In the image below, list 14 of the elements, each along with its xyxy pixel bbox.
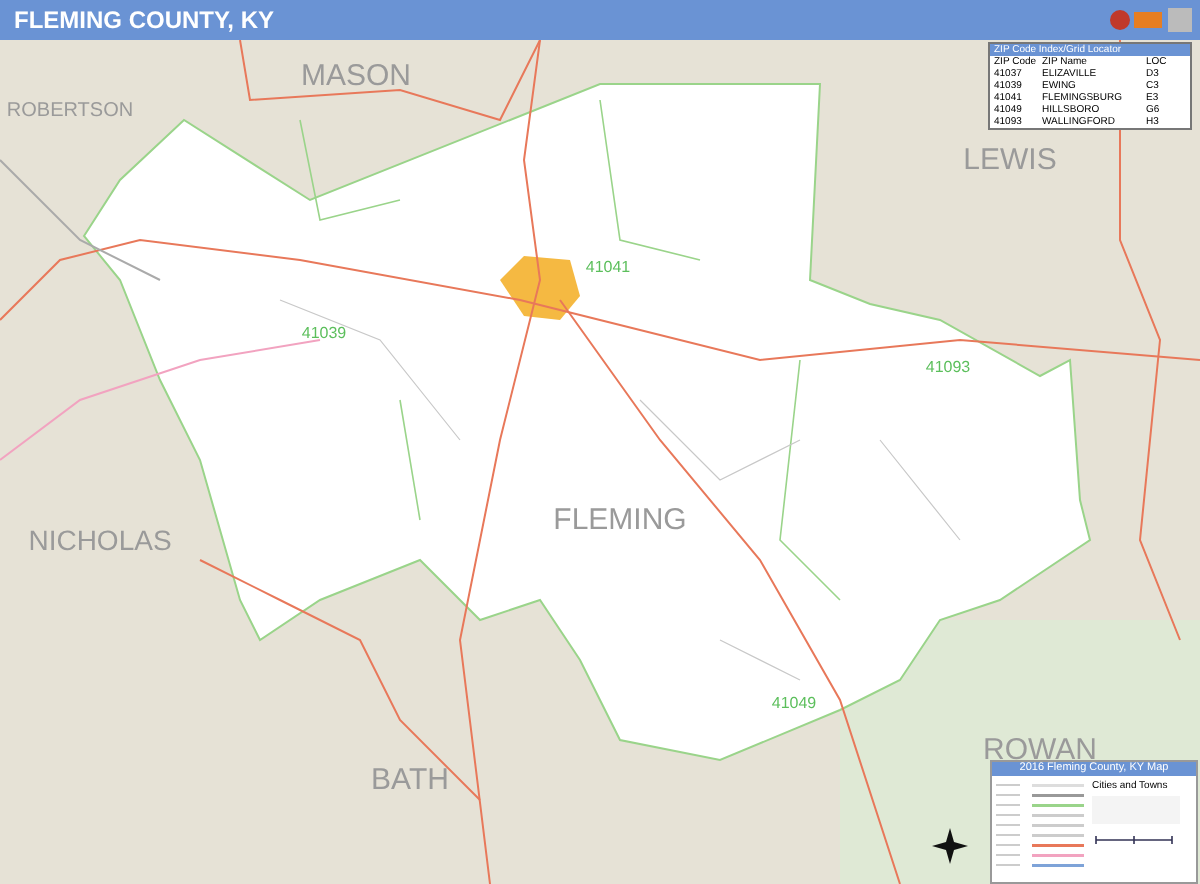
zip-label: 41041 [585, 260, 631, 276]
zip-label: 41049 [771, 696, 817, 712]
county-label: FLEMING [553, 505, 687, 535]
compass-rose-icon [932, 828, 968, 864]
county-label: ROBERTSON [6, 102, 134, 122]
zip-label: 41039 [301, 326, 347, 342]
county-label: NICHOLAS [28, 526, 172, 554]
county-label: MASON [301, 61, 411, 91]
map-title: FLEMING COUNTY, KY [14, 4, 275, 38]
county-label: ROWAN [983, 735, 1097, 765]
county-label: BATH [371, 765, 449, 795]
zip-label: 41093 [925, 360, 971, 376]
town-area [500, 256, 580, 320]
county-label: LEWIS [963, 145, 1057, 175]
